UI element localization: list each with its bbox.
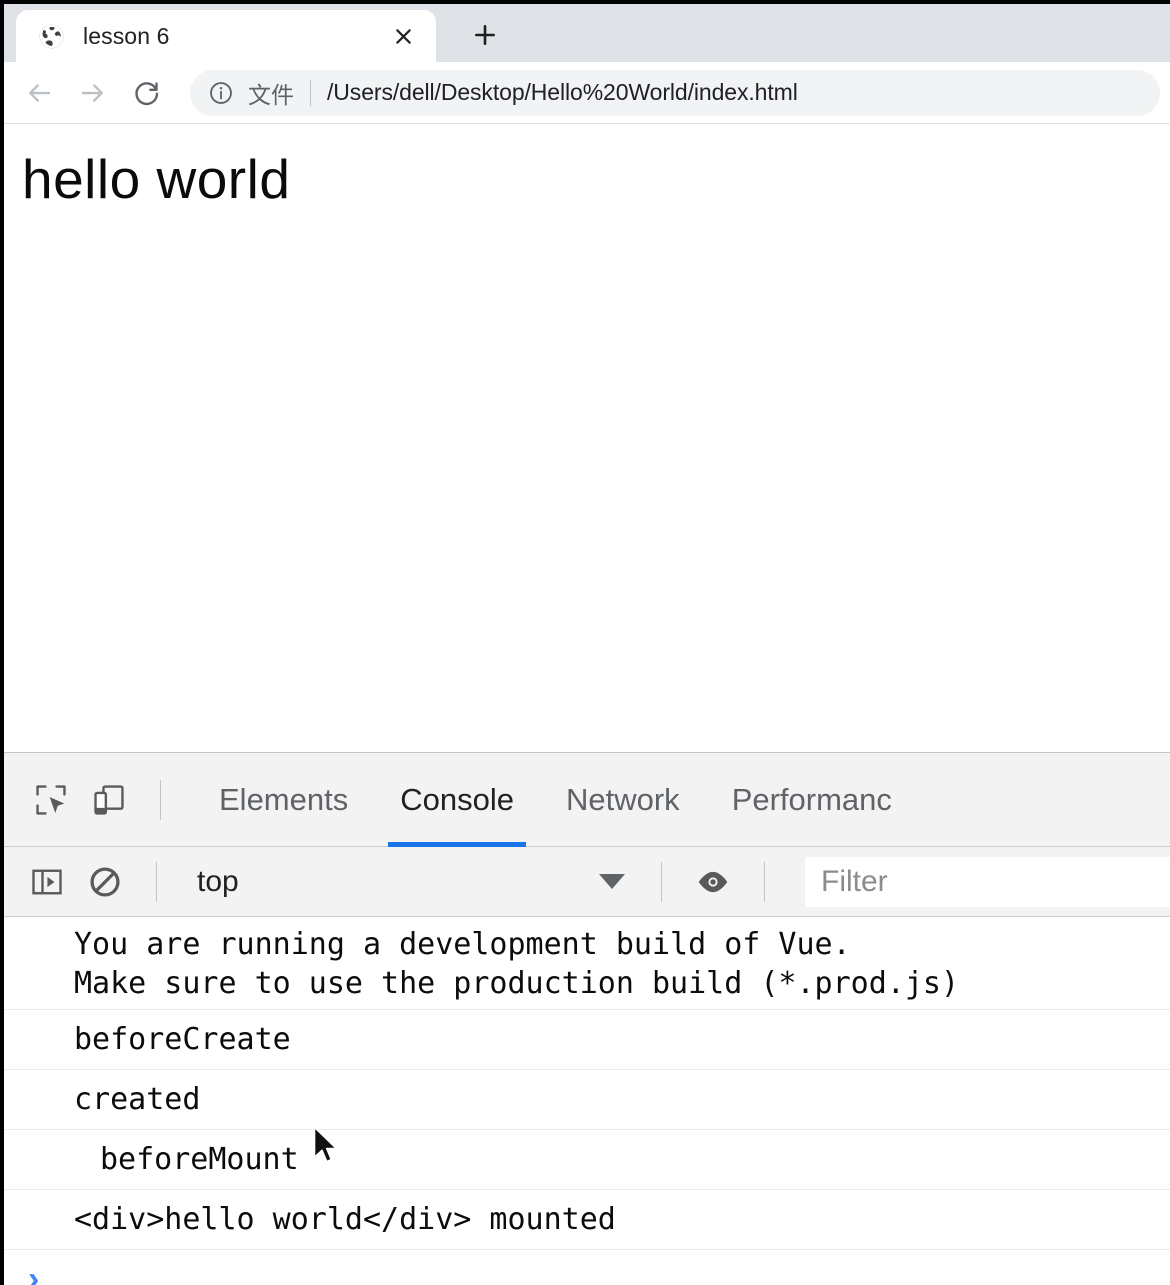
clear-console-button[interactable]: [76, 853, 134, 911]
console-context-select[interactable]: top: [179, 856, 639, 908]
console-toolbar-divider-2: [661, 861, 662, 902]
console-sidebar-button[interactable]: [18, 853, 76, 911]
close-icon[interactable]: [384, 17, 422, 55]
back-button[interactable]: [12, 66, 66, 120]
tab-elements-label: Elements: [219, 781, 349, 817]
reload-icon: [132, 78, 162, 108]
browser-window: lesson 6 文件 /Users/dell/Desktop/Hello%20…: [4, 4, 1170, 752]
new-tab-button[interactable]: [462, 12, 508, 58]
console-prompt-caret: ›: [28, 1260, 40, 1285]
tab-network-label: Network: [565, 781, 680, 817]
reload-button[interactable]: [120, 66, 174, 120]
tab-elements[interactable]: Elements: [193, 753, 374, 847]
page-title: hello world: [22, 148, 291, 210]
tab-title: lesson 6: [83, 22, 170, 49]
forward-button[interactable]: [66, 66, 120, 120]
eye-icon: [694, 863, 732, 901]
console-toolbar-divider-1: [156, 861, 157, 902]
devtools-panel: Elements Console Network Performanc top …: [4, 752, 1170, 1285]
tab-performance-label: Performanc: [731, 781, 892, 817]
console-message[interactable]: You are running a development build of V…: [4, 917, 1170, 1010]
console-prompt[interactable]: ›: [4, 1250, 1170, 1285]
omnibox-divider: [310, 79, 311, 106]
console-sidebar-icon: [29, 864, 65, 900]
tab-network[interactable]: Network: [540, 753, 706, 847]
device-toolbar-icon: [90, 781, 128, 819]
browser-toolbar: 文件 /Users/dell/Desktop/Hello%20World/ind…: [4, 62, 1170, 124]
globe-icon: [38, 23, 65, 50]
toolbar-divider: [160, 779, 161, 820]
tab-console[interactable]: Console: [374, 753, 540, 847]
tab-strip: lesson 6: [4, 4, 1170, 62]
browser-tab[interactable]: lesson 6: [16, 10, 436, 62]
arrow-left-icon: [24, 78, 54, 108]
screen: lesson 6 文件 /Users/dell/Desktop/Hello%20…: [0, 0, 1170, 1285]
console-message-list[interactable]: You are running a development build of V…: [4, 917, 1170, 1285]
device-toolbar-button[interactable]: [80, 771, 138, 829]
console-message[interactable]: created: [4, 1070, 1170, 1130]
arrow-right-icon: [78, 78, 108, 108]
info-circle-icon[interactable]: [208, 80, 234, 106]
console-message-line: You are running a development build of V…: [74, 927, 851, 962]
console-message-line: <div>hello world</div> mounted: [74, 1202, 616, 1237]
console-message-line: beforeCreate: [74, 1022, 291, 1057]
devtools-tabs: Elements Console Network Performanc: [193, 753, 918, 847]
plus-icon: [472, 22, 498, 48]
console-message[interactable]: beforeMount: [4, 1130, 1170, 1190]
console-toolbar: top: [4, 847, 1170, 917]
tab-performance[interactable]: Performanc: [706, 753, 918, 847]
console-message[interactable]: <div>hello world</div> mounted: [4, 1190, 1170, 1250]
console-toolbar-divider-3: [764, 861, 765, 902]
console-message-line: created: [74, 1082, 201, 1117]
page-viewport: hello world: [4, 124, 1170, 751]
devtools-tab-bar: Elements Console Network Performanc: [4, 753, 1170, 847]
chevron-down-icon: [599, 874, 625, 889]
clear-console-icon: [87, 864, 123, 900]
console-context-label: top: [197, 864, 239, 898]
address-bar[interactable]: 文件 /Users/dell/Desktop/Hello%20World/ind…: [190, 69, 1160, 116]
console-message[interactable]: beforeCreate: [4, 1010, 1170, 1070]
console-message-line: Make sure to use the production build (*…: [74, 966, 960, 1001]
live-expression-button[interactable]: [684, 853, 742, 911]
tab-console-label: Console: [400, 781, 514, 817]
url-scheme-label: 文件: [248, 81, 294, 108]
inspect-element-icon: [32, 781, 70, 819]
console-message-line: beforeMount: [100, 1142, 299, 1177]
inspect-element-button[interactable]: [22, 771, 80, 829]
url-text: /Users/dell/Desktop/Hello%20World/index.…: [327, 79, 798, 105]
filter-input[interactable]: [805, 856, 1170, 907]
